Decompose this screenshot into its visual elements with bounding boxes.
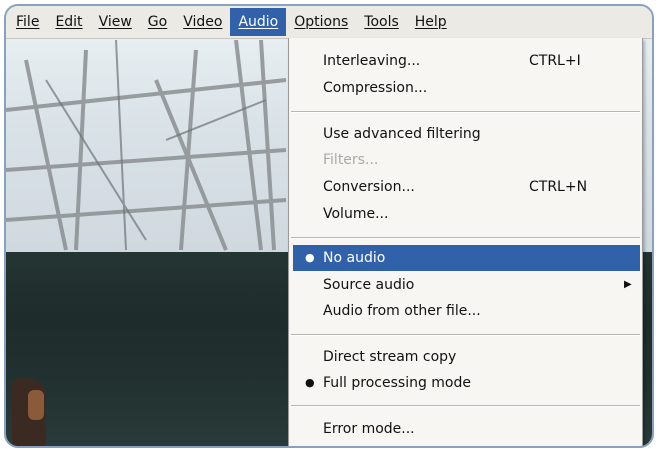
menu-item-shortcut: CTRL+I (529, 53, 581, 69)
menu-edit[interactable]: Edit (47, 8, 90, 36)
menu-item-label: Error mode... (323, 421, 415, 437)
menu-item-full-processing[interactable]: ● Full processing mode (289, 370, 642, 396)
menu-item-no-audio[interactable]: ● No audio (293, 245, 640, 271)
menu-item-label: Use advanced filtering (323, 126, 481, 142)
window-frame: File Edit View Go Video Audio Options To… (4, 4, 654, 448)
menu-separator (291, 334, 640, 336)
radio-bullet-icon: ● (305, 251, 315, 264)
menu-item-label: Filters... (323, 152, 379, 168)
person-hand (28, 390, 44, 420)
menu-item-advanced-filtering[interactable]: Use advanced filtering (289, 121, 642, 147)
menu-item-volume[interactable]: Volume... (289, 201, 642, 227)
menu-item-audio-other-file[interactable]: Audio from other file... (289, 298, 642, 324)
audio-dropdown-menu: Interleaving... CTRL+I Compression... Us… (288, 38, 643, 446)
menu-item-shortcut: CTRL+N (529, 179, 588, 195)
menu-separator (291, 405, 640, 407)
menu-item-label: Volume... (323, 206, 389, 222)
menu-separator (291, 111, 640, 113)
menu-file[interactable]: File (8, 8, 47, 36)
menu-bar: File Edit View Go Video Audio Options To… (6, 6, 652, 39)
menu-item-compression[interactable]: Compression... (289, 75, 642, 101)
menu-item-direct-stream-copy[interactable]: Direct stream copy (289, 344, 642, 370)
menu-item-label: Conversion... (323, 179, 415, 195)
menu-item-source-audio[interactable]: Source audio ▶ (289, 272, 642, 298)
menu-item-label: Full processing mode (323, 375, 471, 391)
menu-item-label: No audio (323, 250, 386, 266)
menu-item-filters: Filters... (289, 147, 642, 173)
radio-bullet-icon: ● (305, 376, 315, 389)
menu-audio[interactable]: Audio (230, 8, 287, 36)
submenu-arrow-icon: ▶ (624, 279, 632, 290)
menu-go[interactable]: Go (140, 8, 175, 36)
menu-item-label: Compression... (323, 80, 428, 96)
menu-item-label: Audio from other file... (323, 303, 481, 319)
menu-view[interactable]: View (91, 8, 140, 36)
menu-video[interactable]: Video (175, 8, 230, 36)
menu-item-conversion[interactable]: Conversion... CTRL+N (289, 174, 642, 200)
menu-tools[interactable]: Tools (356, 8, 407, 36)
menu-item-label: Source audio (323, 277, 415, 293)
menu-item-error-mode[interactable]: Error mode... (289, 416, 642, 442)
menu-options[interactable]: Options (286, 8, 356, 36)
menu-separator (291, 237, 640, 239)
menu-item-label: Direct stream copy (323, 349, 457, 365)
menu-item-label: Interleaving... (323, 53, 421, 69)
menu-help[interactable]: Help (407, 8, 455, 36)
menu-item-interleaving[interactable]: Interleaving... CTRL+I (289, 48, 642, 74)
